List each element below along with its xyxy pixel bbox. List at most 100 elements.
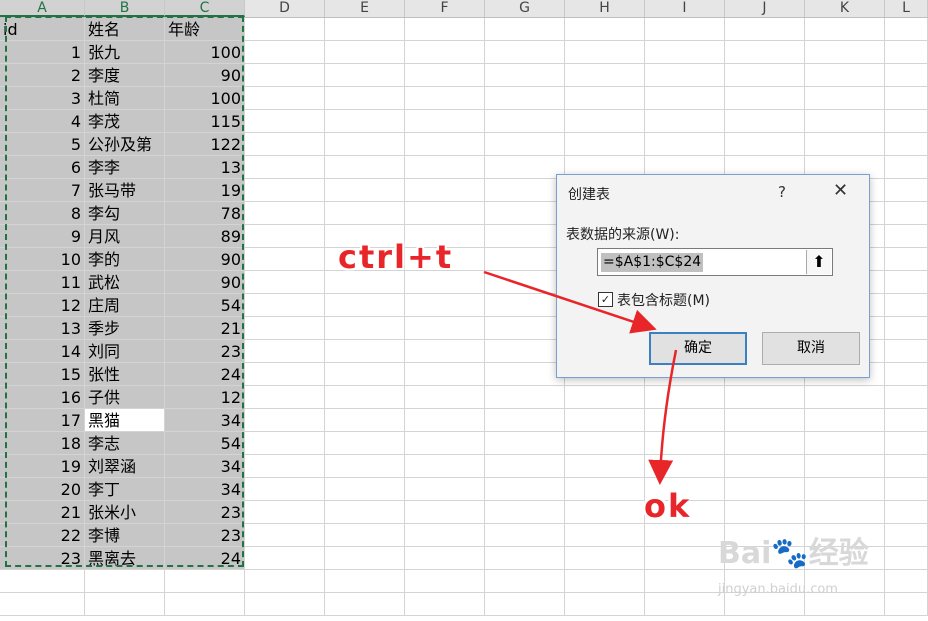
- cell[interactable]: [485, 386, 565, 409]
- cell[interactable]: [325, 363, 405, 386]
- cell[interactable]: [245, 524, 325, 547]
- cell[interactable]: [885, 248, 928, 271]
- cell[interactable]: [565, 478, 645, 501]
- id-cell[interactable]: 9: [0, 225, 85, 248]
- cell[interactable]: [325, 18, 405, 41]
- cell[interactable]: [405, 501, 485, 524]
- cell[interactable]: [325, 455, 405, 478]
- cell[interactable]: [485, 179, 565, 202]
- cell[interactable]: [245, 294, 325, 317]
- column-header-g[interactable]: G: [485, 0, 565, 17]
- cell[interactable]: [405, 478, 485, 501]
- cell[interactable]: [325, 202, 405, 225]
- cell[interactable]: [885, 432, 928, 455]
- cell[interactable]: [485, 133, 565, 156]
- cell[interactable]: [885, 570, 928, 593]
- cell[interactable]: [0, 593, 85, 616]
- cell[interactable]: [245, 340, 325, 363]
- name-cell[interactable]: 张性: [85, 363, 165, 386]
- cell[interactable]: [885, 156, 928, 179]
- header-cell[interactable]: id: [0, 18, 85, 41]
- cell[interactable]: [485, 501, 565, 524]
- cell[interactable]: [805, 18, 885, 41]
- column-header-c[interactable]: C: [165, 0, 245, 17]
- header-cell[interactable]: 年龄: [165, 18, 245, 41]
- cell[interactable]: [885, 133, 928, 156]
- age-cell[interactable]: 24: [165, 363, 245, 386]
- column-header-d[interactable]: D: [245, 0, 325, 17]
- cell[interactable]: [245, 317, 325, 340]
- cell[interactable]: [485, 340, 565, 363]
- cell[interactable]: [645, 87, 725, 110]
- name-cell[interactable]: 庄周: [85, 294, 165, 317]
- cell[interactable]: [725, 455, 805, 478]
- cell[interactable]: [405, 524, 485, 547]
- age-cell[interactable]: 19: [165, 179, 245, 202]
- age-cell[interactable]: 24: [165, 547, 245, 570]
- age-cell[interactable]: 100: [165, 87, 245, 110]
- age-cell[interactable]: 115: [165, 110, 245, 133]
- cell[interactable]: [405, 386, 485, 409]
- help-icon[interactable]: ?: [778, 183, 786, 201]
- cell[interactable]: [805, 478, 885, 501]
- ok-button[interactable]: 确定: [649, 332, 747, 365]
- cell[interactable]: [485, 547, 565, 570]
- name-cell[interactable]: 子供: [85, 386, 165, 409]
- cell[interactable]: [485, 41, 565, 64]
- cell[interactable]: [885, 340, 928, 363]
- cell[interactable]: [805, 133, 885, 156]
- cell[interactable]: [565, 64, 645, 87]
- cell[interactable]: [885, 593, 928, 616]
- cell[interactable]: [485, 202, 565, 225]
- cell[interactable]: [245, 501, 325, 524]
- age-cell[interactable]: 90: [165, 271, 245, 294]
- cell[interactable]: [725, 386, 805, 409]
- cell[interactable]: [405, 409, 485, 432]
- cell[interactable]: [885, 64, 928, 87]
- cell[interactable]: [485, 478, 565, 501]
- cell[interactable]: [645, 386, 725, 409]
- cell[interactable]: [405, 179, 485, 202]
- cell[interactable]: [245, 133, 325, 156]
- cell[interactable]: [485, 271, 565, 294]
- cell[interactable]: [645, 570, 725, 593]
- cell[interactable]: [485, 18, 565, 41]
- cell[interactable]: [885, 524, 928, 547]
- cell[interactable]: [565, 547, 645, 570]
- cell[interactable]: [565, 432, 645, 455]
- cell[interactable]: [885, 271, 928, 294]
- cell[interactable]: [565, 409, 645, 432]
- cell[interactable]: [885, 225, 928, 248]
- cell[interactable]: [325, 179, 405, 202]
- name-cell[interactable]: 李李: [85, 156, 165, 179]
- name-cell[interactable]: 黑离去: [85, 547, 165, 570]
- id-cell[interactable]: 1: [0, 41, 85, 64]
- id-cell[interactable]: 18: [0, 432, 85, 455]
- cell[interactable]: [245, 271, 325, 294]
- cell[interactable]: [885, 294, 928, 317]
- name-cell[interactable]: 黑猫: [85, 409, 165, 432]
- cell[interactable]: [725, 501, 805, 524]
- cell[interactable]: [325, 409, 405, 432]
- column-header-a[interactable]: A: [0, 0, 85, 17]
- id-cell[interactable]: 10: [0, 248, 85, 271]
- name-cell[interactable]: 公孙及第: [85, 133, 165, 156]
- age-cell[interactable]: 13: [165, 156, 245, 179]
- cell[interactable]: [405, 455, 485, 478]
- id-cell[interactable]: 3: [0, 87, 85, 110]
- cell[interactable]: [485, 294, 565, 317]
- cell[interactable]: [405, 156, 485, 179]
- age-cell[interactable]: 89: [165, 225, 245, 248]
- id-cell[interactable]: 14: [0, 340, 85, 363]
- cell[interactable]: [245, 248, 325, 271]
- cell[interactable]: [485, 64, 565, 87]
- age-cell[interactable]: 23: [165, 340, 245, 363]
- cell[interactable]: [805, 409, 885, 432]
- cell[interactable]: [645, 593, 725, 616]
- id-cell[interactable]: 17: [0, 409, 85, 432]
- id-cell[interactable]: 15: [0, 363, 85, 386]
- id-cell[interactable]: 19: [0, 455, 85, 478]
- cell[interactable]: [485, 87, 565, 110]
- cell[interactable]: [325, 432, 405, 455]
- cell[interactable]: [805, 501, 885, 524]
